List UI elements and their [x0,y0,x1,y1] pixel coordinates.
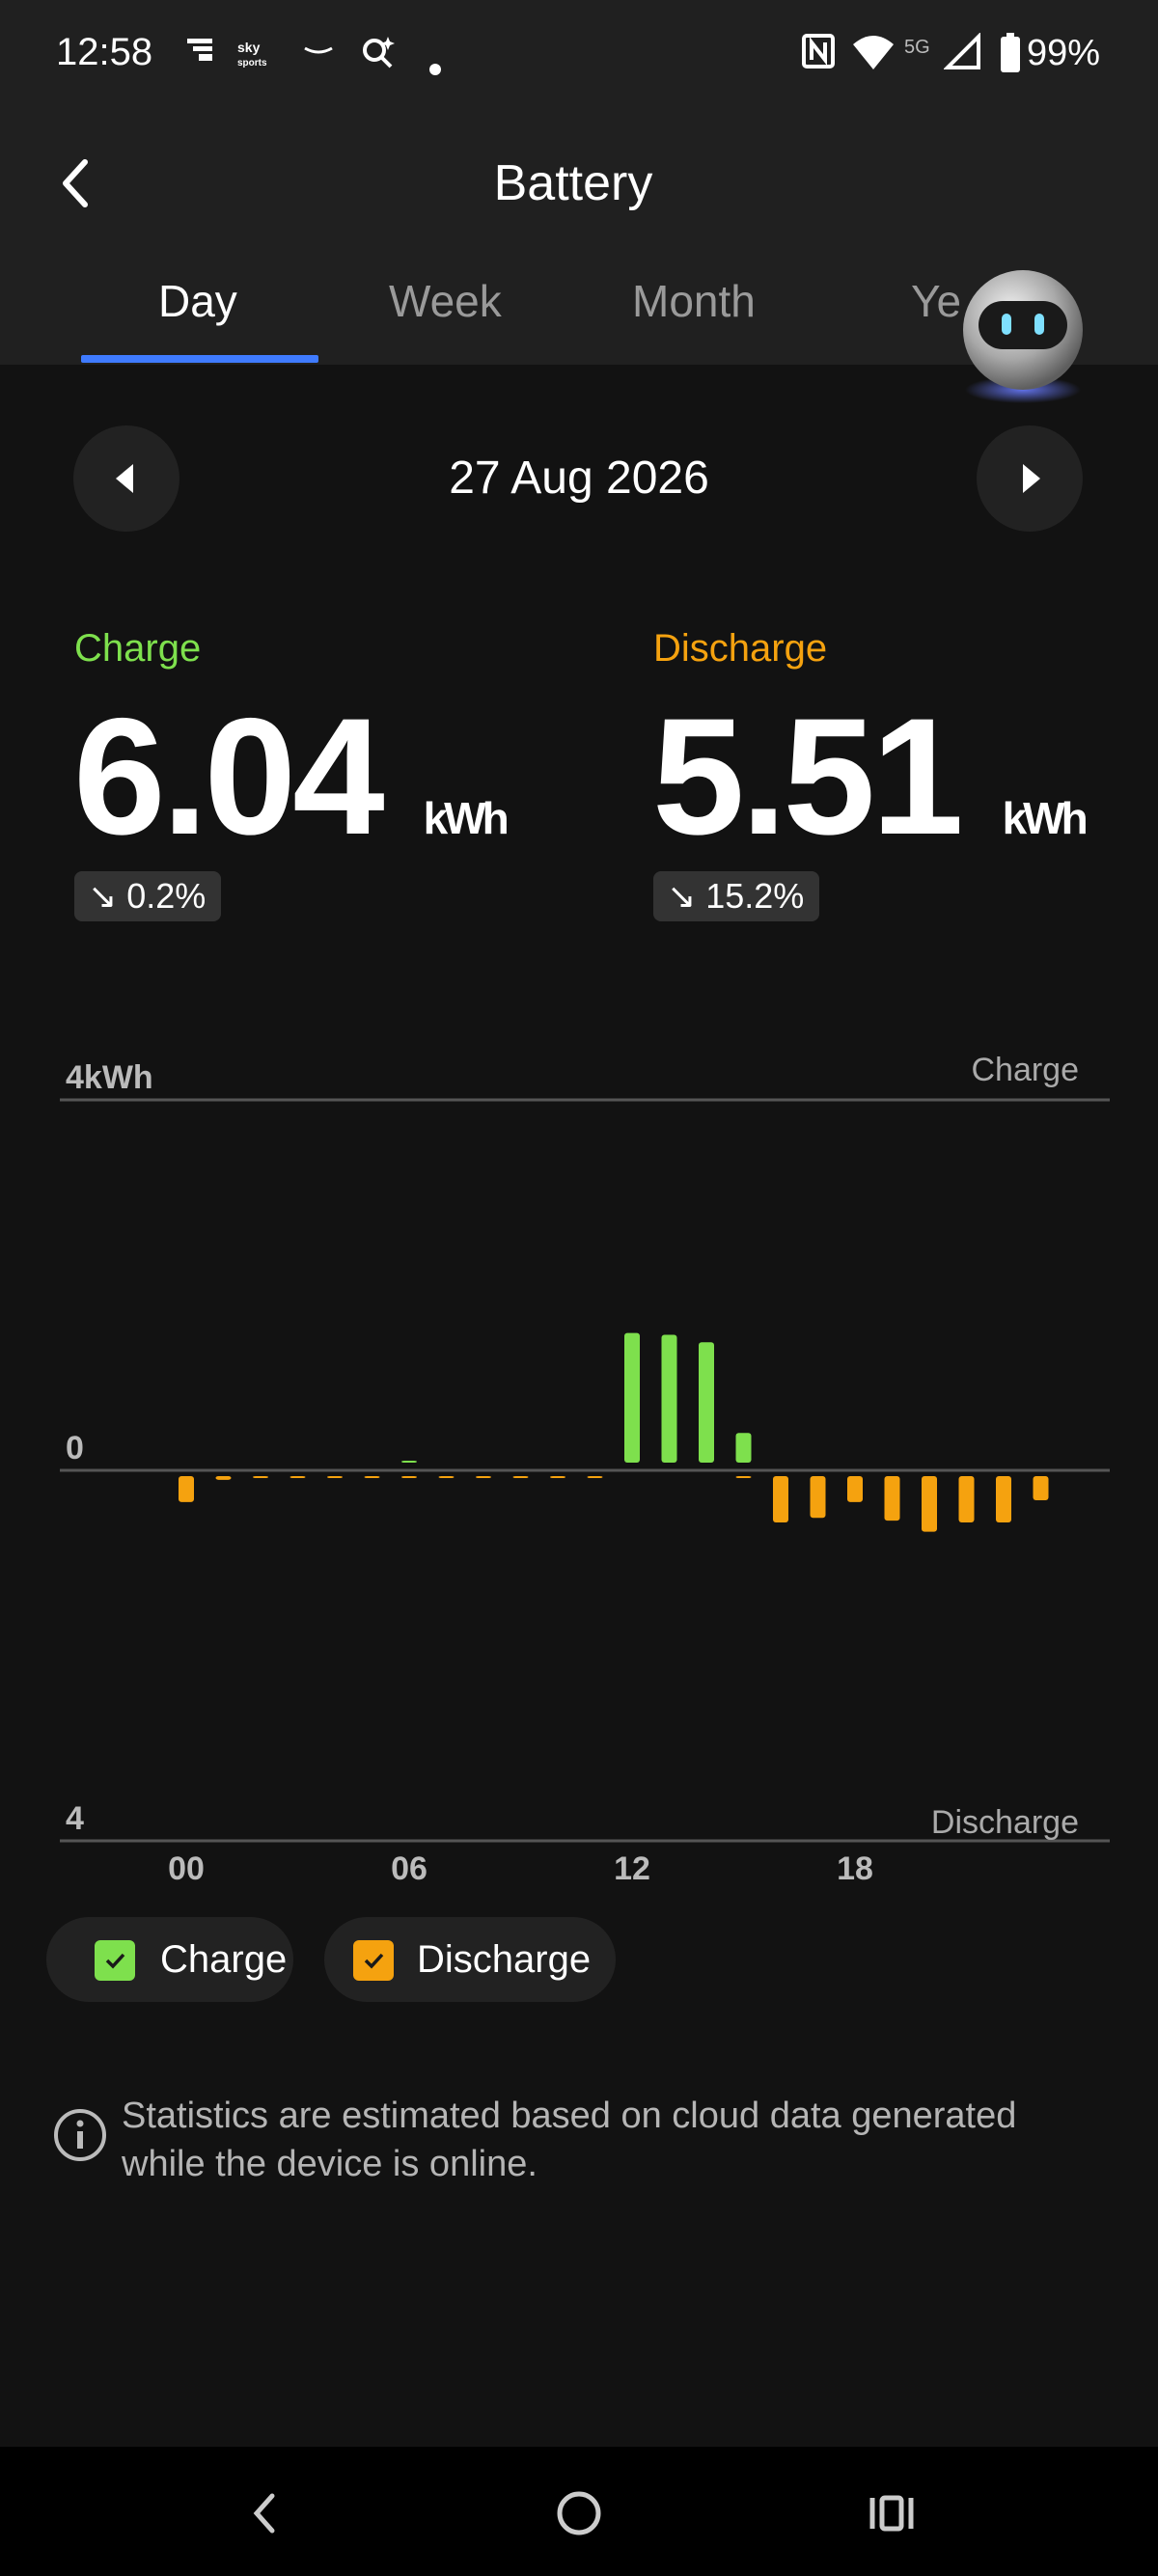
dot-icon [428,46,442,85]
discharge-bar-04 [327,1476,343,1478]
charge-bar-14 [699,1342,714,1463]
triangle-right-icon [1023,464,1040,493]
discharge-bar-03 [290,1476,306,1478]
signal-icon [943,32,982,80]
tab-day[interactable]: Day [158,275,237,327]
battery-percent: 99% [1027,33,1101,73]
discharge-bar-19 [884,1476,900,1521]
discharge-bar-01 [215,1476,232,1480]
battery-icon [1000,33,1021,82]
date-label: 27 Aug 2026 [449,452,709,504]
discharge-bar-09 [512,1476,529,1478]
charge-axis-label: Charge [971,1052,1079,1088]
discharge-bar-10 [550,1476,565,1478]
charge-change-badge: ↘ 0.2% [74,871,222,921]
charge-unit: kWh [423,793,510,843]
discharge-unit: kWh [1002,793,1089,843]
tab-indicator [81,355,318,363]
discharge-bar-22 [996,1476,1011,1522]
discharge-value: 5.51 [652,684,964,869]
discharge-bar-05 [364,1476,380,1478]
discharge-bar-16 [773,1476,788,1522]
tab-month[interactable]: Month [632,275,756,327]
status-time: 12:58 [56,31,153,73]
nfc-icon [801,33,836,78]
tab-year[interactable]: Ye [911,275,961,327]
discharge-change: 15.2% [705,876,805,916]
checkbox-checked-icon [353,1940,394,1981]
recents-nav-icon[interactable] [863,2484,921,2542]
network-label: 5G [904,37,930,58]
discharge-bar-15 [735,1476,752,1478]
charge-bar-15 [735,1433,752,1463]
page-title: Battery [493,155,653,211]
x-tick-06: 06 [391,1850,427,1887]
next-date-button[interactable] [977,425,1083,532]
checkbox-checked-icon [95,1940,135,1981]
charge-bar-06 [401,1461,417,1463]
legend-discharge-label: Discharge [417,1938,592,1981]
legend-charge-label: Charge [160,1938,288,1981]
search-sparkle-icon [359,33,398,80]
info-text: Statistics are estimated based on cloud … [122,2096,1017,2184]
previous-date-button[interactable] [73,425,179,532]
x-tick-18: 18 [837,1850,873,1887]
charge-change: 0.2% [126,876,207,916]
chart-bars [179,1332,1049,1532]
discharge-axis-label: Discharge [931,1804,1079,1841]
charge-bar-12 [624,1332,640,1463]
discharge-bar-11 [587,1476,603,1478]
discharge-bar-23 [1033,1476,1049,1500]
discharge-bar-07 [438,1476,455,1478]
y-top-label: 4kWh [66,1059,153,1096]
info-icon [53,2108,107,2162]
legend-charge-chip[interactable]: Charge [46,1917,293,2002]
arrow-down-right-icon: ↘ [88,876,118,916]
back-nav-icon[interactable] [237,2484,295,2542]
legend-discharge-chip[interactable]: Discharge [324,1917,616,2002]
discharge-bar-06 [401,1476,417,1478]
triangle-left-icon [116,464,133,493]
x-tick-00: 00 [168,1850,205,1887]
x-tick-labels: 00 06 12 18 [168,1850,873,1887]
discharge-bar-02 [253,1476,268,1478]
discharge-change-badge: ↘ 15.2% [653,871,820,921]
arrow-down-right-icon: ↘ [667,876,697,916]
discharge-bar-08 [476,1476,491,1478]
discharge-label: Discharge [653,627,828,670]
x-tick-12: 12 [614,1850,650,1887]
discharge-bar-17 [810,1476,826,1519]
discharge-bar-20 [922,1476,937,1532]
y-zero-label: 0 [66,1430,84,1466]
charge-value: 6.04 [73,684,385,869]
home-nav-icon[interactable] [550,2484,608,2542]
assistant-robot-icon[interactable] [955,260,1090,405]
tab-week[interactable]: Week [389,275,502,327]
notification-icon [183,33,216,74]
charge-bar-13 [661,1334,677,1463]
discharge-bar-21 [958,1476,975,1522]
amazon-icon [301,33,336,74]
charge-label: Charge [74,627,202,670]
sky-sports-icon: sky sports [237,40,267,69]
y-bottom-label: 4 [66,1800,84,1837]
battery-chart: 4kWh 0 4 Charge Discharge 00 06 12 18 [60,1052,1110,1887]
wifi-icon [851,33,896,80]
status-bar [0,0,1158,116]
discharge-bar-00 [179,1476,194,1502]
discharge-bar-18 [847,1476,863,1502]
